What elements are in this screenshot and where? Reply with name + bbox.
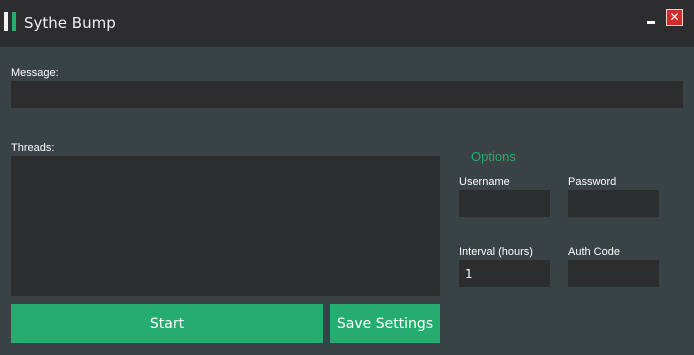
save-settings-button[interactable]: Save Settings bbox=[330, 304, 440, 343]
interval-input[interactable] bbox=[459, 260, 550, 287]
close-button[interactable]: ✕ bbox=[666, 9, 683, 26]
logo-bar-green bbox=[12, 12, 16, 31]
message-input[interactable] bbox=[11, 81, 683, 108]
threads-label: Threads: bbox=[11, 142, 55, 154]
logo-bar-white bbox=[4, 12, 8, 31]
authcode-input[interactable] bbox=[568, 260, 659, 287]
title-bar[interactable]: Sythe Bump ✕ bbox=[0, 0, 694, 47]
threads-textarea[interactable] bbox=[11, 156, 440, 296]
minimize-button[interactable] bbox=[644, 11, 660, 27]
password-input[interactable] bbox=[568, 190, 659, 217]
interval-label: Interval (hours) bbox=[459, 246, 533, 258]
message-label: Message: bbox=[11, 67, 59, 79]
options-heading: Options bbox=[471, 149, 516, 164]
password-label: Password bbox=[568, 176, 617, 188]
window-title: Sythe Bump bbox=[24, 14, 116, 32]
username-input[interactable] bbox=[459, 190, 550, 217]
authcode-label: Auth Code bbox=[568, 246, 620, 258]
start-button[interactable]: Start bbox=[11, 304, 323, 343]
username-label: Username bbox=[459, 176, 510, 188]
